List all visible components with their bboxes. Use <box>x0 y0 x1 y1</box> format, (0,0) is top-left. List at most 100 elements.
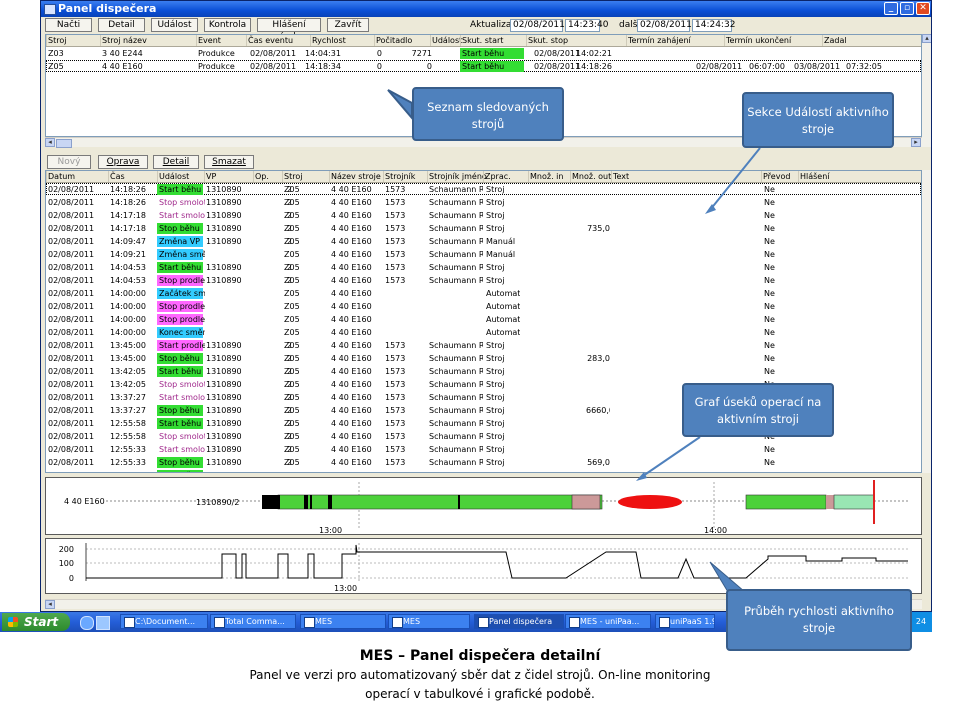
machines-col-header[interactable]: Event <box>196 35 221 46</box>
quicklaunch-desktop-icon[interactable] <box>96 616 110 630</box>
new-event-button[interactable]: Nový <box>47 155 91 169</box>
bottom-scroll-left-icon[interactable]: ◂ <box>45 600 55 609</box>
events-col-header[interactable]: Strojník jméno <box>427 171 487 182</box>
event-row[interactable]: 02/08/2011 12:55:33 Stop běhu 1310890 2 Z05 4 … <box>46 456 921 469</box>
events-col-header[interactable]: Množ. in <box>528 171 563 182</box>
detail-event-button[interactable]: Detail <box>153 155 199 169</box>
machines-vscrollbar[interactable]: ▴ <box>922 34 931 147</box>
gantt-stop-marker[interactable] <box>328 495 332 509</box>
gantt-stop-marker[interactable] <box>458 495 460 509</box>
events-col-header[interactable]: Zprac. <box>483 171 511 182</box>
event-row[interactable]: 02/08/2011 14:09:21 Změna směn Z05 4 40 E160… <box>46 248 921 261</box>
events-col-header[interactable]: Datum <box>46 171 75 182</box>
events-col-header[interactable]: VP <box>204 171 216 182</box>
events-col-header[interactable]: Čas <box>108 171 125 182</box>
exit-button[interactable]: Zavřít <box>327 18 369 32</box>
load-button[interactable]: Načti <box>45 18 92 32</box>
check-button[interactable]: Kontrola <box>204 18 251 32</box>
event-row[interactable]: 02/08/2011 14:09:47 Změna VP 1310890 2 Z05 4 4… <box>46 235 921 248</box>
event-row[interactable]: 02/08/201112:55:33Start smolotoj13108902… <box>46 443 921 456</box>
minimize-button[interactable]: _ <box>884 2 898 15</box>
gantt-run-segment[interactable] <box>745 494 827 510</box>
event-row[interactable]: 02/08/2011 14:17:18 Stop běhu 1310890 2 Z05 4 … <box>46 222 921 235</box>
event-cell: 4 40 E160 <box>331 432 372 441</box>
events-col-header[interactable]: Událost <box>157 171 189 182</box>
machines-col-header[interactable]: Stroj název <box>100 35 147 46</box>
gantt-stop-marker[interactable] <box>310 495 312 509</box>
gantt-oval-marker[interactable] <box>618 495 682 509</box>
close-button[interactable]: ✕ <box>916 2 930 15</box>
event-row[interactable]: 02/08/2011 14:00:00 Začátek smě Z05 4 40 E16… <box>46 287 921 300</box>
events-col-header[interactable]: Hlášení <box>798 171 830 182</box>
detail-button[interactable]: Detail <box>98 18 145 32</box>
taskbar-item[interactable]: Panel dispečera <box>474 614 564 629</box>
graf-callout: Graf úseků operací na aktivním stroji <box>682 383 834 437</box>
taskbar-item[interactable]: MES - uniPaa... <box>565 614 651 629</box>
event-cell: 14:18:26 <box>110 185 146 194</box>
scroll-up-icon[interactable]: ▴ <box>922 34 931 43</box>
machines-col-header[interactable]: Stroj <box>46 35 66 46</box>
gantt-stop-marker[interactable] <box>304 495 308 509</box>
machines-col-header[interactable]: Skut. stop <box>526 35 568 46</box>
event-cell: 4 40 E160 <box>331 198 372 207</box>
gantt-light-segment[interactable] <box>833 494 875 510</box>
events-col-header[interactable]: Převod <box>761 171 790 182</box>
machine-cell: 02/08/2011 <box>534 62 581 71</box>
gantt-stop-marker[interactable] <box>262 495 280 509</box>
maximize-button[interactable]: ▫ <box>900 2 914 15</box>
machines-col-header[interactable]: Zadal <box>822 35 847 46</box>
update-time-field[interactable]: 14:23:40 <box>565 19 608 32</box>
start-button[interactable]: Start <box>2 613 70 631</box>
taskbar-item[interactable]: MES <box>388 614 470 629</box>
taskbar-item[interactable]: C:\Document... <box>120 614 208 629</box>
next-date-field[interactable]: 02/08/2011 <box>637 19 692 32</box>
events-col-header[interactable]: Množ. out <box>570 171 611 182</box>
event-row[interactable]: 02/08/201114:18:26Stop smolotoj13108902Z… <box>46 196 921 209</box>
events-col-header[interactable]: Text <box>611 171 629 182</box>
machines-col-header[interactable]: Termín ukončení <box>724 35 791 46</box>
event-row[interactable]: 02/08/2011 14:04:53 Stop prodlev 1310890 2 Z0… <box>46 274 921 287</box>
event-row[interactable]: 02/08/2011 14:00:00 Stop prodlev Z05 4 40 E1… <box>46 313 921 326</box>
taskbar-item[interactable]: Total Comma... <box>210 614 296 629</box>
production-report-button[interactable]: Hlášení výroby <box>257 18 321 42</box>
gantt-pause-segment[interactable] <box>571 494 601 510</box>
events-vscrollbar[interactable] <box>922 170 931 473</box>
event-cell: 1310890 <box>206 211 242 220</box>
machines-col-header[interactable]: Událost <box>430 35 462 46</box>
events-col-header[interactable]: Název stroje <box>329 171 381 182</box>
edit-event-button[interactable]: Oprava <box>98 155 148 169</box>
taskbar-item[interactable]: MES <box>300 614 386 629</box>
gantt-pause-segment[interactable] <box>826 495 834 509</box>
gantt-run-segment[interactable] <box>277 494 603 510</box>
caption-line-2: operací v tabulkové i grafické podobě. <box>365 687 595 701</box>
event-row[interactable]: 02/08/201112:51:49Start běhu13108902Z054… <box>46 469 921 472</box>
event-row[interactable]: 02/08/2011 14:00:00 Stop prodlev Z05 4 40 E1… <box>46 300 921 313</box>
events-col-header[interactable]: Stroj <box>282 171 302 182</box>
quicklaunch-ie-icon[interactable] <box>80 616 94 630</box>
scroll-right-icon[interactable]: ▸ <box>911 138 921 147</box>
machines-col-header[interactable]: Čas eventu <box>246 35 293 46</box>
machines-col-header[interactable]: Rychlost <box>310 35 346 46</box>
machine-row[interactable]: Z05 4 40 E160 Produkce 02/08/2011 14:18:34 0 0… <box>46 60 921 73</box>
machines-col-header[interactable]: Skut. start <box>460 35 503 46</box>
update-date-field[interactable]: 02/08/2011 <box>510 19 565 32</box>
event-row[interactable]: 02/08/201113:45:00Start prodlev13108902Z… <box>46 339 921 352</box>
scroll-left-icon[interactable]: ◂ <box>45 138 55 147</box>
event-row[interactable]: 02/08/2011 14:00:00 Konec směn Z05 4 40 E160… <box>46 326 921 339</box>
event-row[interactable]: 02/08/2011 14:18:26 Start běhu 1310890 2 Z05 4… <box>46 183 921 196</box>
event-row[interactable]: 02/08/2011 14:04:53 Start běhu 1310890 2 Z05 4… <box>46 261 921 274</box>
machines-col-header[interactable]: Termín zahájení <box>626 35 691 46</box>
machine-row[interactable]: Z03 3 40 E244 Produkce 02/08/2011 14:04:31 0 7… <box>46 47 921 60</box>
event-button[interactable]: Událost <box>151 18 198 32</box>
next-time-field[interactable]: 14:24:32 <box>692 19 735 32</box>
taskbar-item[interactable]: uniPaaS 1.9 <box>655 614 715 629</box>
machines-col-header[interactable]: Počitadlo <box>374 35 412 46</box>
scroll-thumb[interactable] <box>56 139 72 148</box>
event-row[interactable]: 02/08/2011 13:42:05 Start běhu 1310890 2 Z05 4… <box>46 365 921 378</box>
event-cell: 02/08/2011 <box>48 458 95 467</box>
events-col-header[interactable]: Strojník <box>383 171 415 182</box>
events-col-header[interactable]: Op. <box>253 171 269 182</box>
delete-event-button[interactable]: Smazat <box>204 155 254 169</box>
event-row[interactable]: 02/08/201114:17:18Start smolotoj13108902… <box>46 209 921 222</box>
event-row[interactable]: 02/08/2011 13:45:00 Stop běhu 1310890 2 Z05 4 … <box>46 352 921 365</box>
